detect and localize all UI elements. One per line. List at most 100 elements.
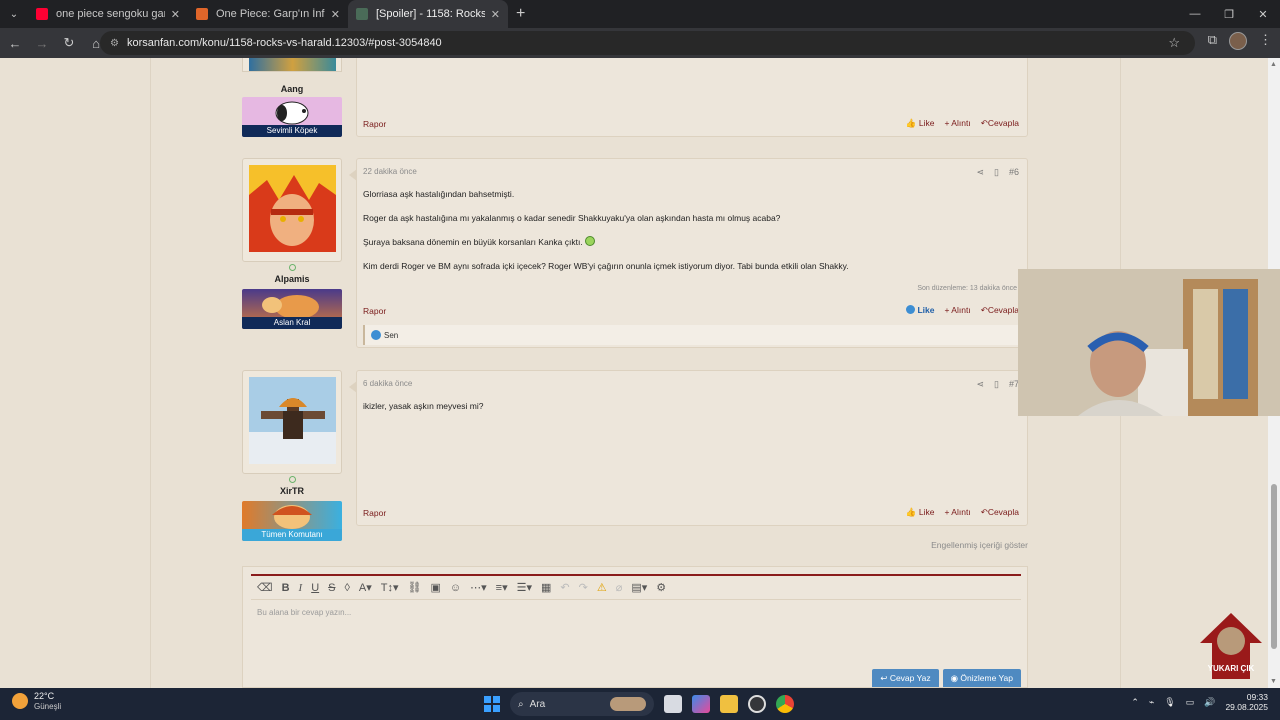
- start-button[interactable]: [484, 696, 500, 712]
- task-view-icon[interactable]: [664, 695, 682, 713]
- reply-textarea[interactable]: Bu alana bir cevap yazın...: [251, 600, 1021, 625]
- image-icon[interactable]: ▣: [431, 581, 441, 594]
- settings-gear-icon[interactable]: ⚙: [656, 581, 666, 594]
- reload-icon[interactable]: ↻: [57, 31, 81, 55]
- undo-icon[interactable]: ↶: [560, 581, 569, 594]
- post-reply-button[interactable]: ↩ Cevap Yaz: [872, 669, 939, 687]
- like-button[interactable]: 👍 Like: [906, 118, 935, 129]
- quote-button[interactable]: + Alıntı: [944, 507, 970, 518]
- new-tab-icon[interactable]: +: [516, 5, 525, 23]
- url-field[interactable]: ⚙ korsanfan.com/konu/1158-rocks-vs-haral…: [100, 31, 1195, 55]
- table-icon[interactable]: ▦: [541, 581, 551, 594]
- tab-spoiler-thread[interactable]: [Spoiler] - 1158: Rocks vs Harald ✕: [348, 0, 508, 28]
- redo-icon[interactable]: ↷: [579, 581, 588, 594]
- bold-icon[interactable]: B: [282, 582, 290, 594]
- scrollbar-thumb[interactable]: [1271, 484, 1277, 649]
- preview-button[interactable]: ◉ Önizleme Yap: [942, 669, 1021, 687]
- copilot-icon[interactable]: [692, 695, 710, 713]
- share-icon[interactable]: ⋖: [976, 167, 984, 178]
- file-explorer-icon[interactable]: [720, 695, 738, 713]
- volume-icon[interactable]: 🔊: [1204, 697, 1215, 708]
- reply-editor: ⌫ B I U S ◊ A▾ T↕▾ ⛓ ▣ ☺ ⋯▾ ≡▾ ☰▾ ▦ ↶ ↷ …: [242, 566, 1028, 688]
- report-link[interactable]: Rapor: [363, 306, 386, 316]
- back-to-top-button[interactable]: YUKARI ÇIK: [1200, 613, 1262, 679]
- back-to-top-icon: YUKARI ÇIK: [1200, 613, 1262, 679]
- username[interactable]: Aang: [242, 84, 342, 94]
- post-alpamis: 22 dakika önce ⋖ ▯ #6 Glorriasa aşk hast…: [349, 158, 1028, 348]
- close-window-icon[interactable]: ✕: [1246, 0, 1280, 28]
- user-avatar[interactable]: [249, 58, 336, 71]
- reactions-bar[interactable]: Sen: [363, 325, 1027, 345]
- scroll-up-icon[interactable]: ▲: [1270, 61, 1277, 68]
- link-icon[interactable]: ⛓: [408, 581, 422, 594]
- user-card-xirtr: XirTR Tümen Komutanı: [242, 370, 342, 541]
- strikethrough-icon[interactable]: S: [328, 582, 335, 594]
- korsanfan-favicon-icon: [356, 8, 368, 20]
- font-icon[interactable]: A▾: [359, 581, 372, 594]
- share-icon[interactable]: ⋖: [976, 379, 984, 390]
- like-reaction-icon: [371, 330, 381, 340]
- online-status-icon: [288, 476, 296, 483]
- svg-text:YUKARI ÇIK: YUKARI ÇIK: [1208, 664, 1255, 673]
- tab-search-icon[interactable]: ⌄: [0, 0, 28, 28]
- user-avatar[interactable]: [242, 370, 342, 474]
- list-icon[interactable]: ☰▾: [517, 581, 532, 594]
- bookmark-icon[interactable]: ▯: [994, 379, 999, 390]
- color-icon[interactable]: ◊: [344, 582, 349, 594]
- reply-button[interactable]: ↶Cevapla: [981, 305, 1019, 316]
- drafts-icon[interactable]: ▤▾: [631, 581, 647, 594]
- username[interactable]: Alpamis: [242, 274, 342, 284]
- report-link[interactable]: Rapor: [363, 508, 386, 518]
- display-icon[interactable]: ▭: [1186, 697, 1195, 708]
- bookmark-star-icon[interactable]: ☆: [1168, 35, 1180, 51]
- quote-button[interactable]: + Alıntı: [944, 305, 970, 316]
- weather-widget[interactable]: 22°C Güneşli: [12, 691, 61, 711]
- italic-icon[interactable]: I: [299, 582, 303, 594]
- user-avatar[interactable]: [242, 158, 342, 262]
- text-size-icon[interactable]: T↕▾: [381, 581, 399, 594]
- like-button[interactable]: 👍 Like: [906, 507, 935, 518]
- reply-button[interactable]: ↶Cevapla: [981, 118, 1019, 129]
- post-time[interactable]: 6 dakika önce: [363, 379, 412, 388]
- bookmark-icon[interactable]: ▯: [994, 167, 999, 178]
- scroll-down-icon[interactable]: ▼: [1270, 678, 1277, 685]
- app-icon[interactable]: [748, 695, 766, 713]
- forward-icon[interactable]: →: [30, 31, 54, 55]
- report-link[interactable]: Rapor: [363, 119, 386, 129]
- underline-icon[interactable]: U: [311, 582, 319, 594]
- browser-menu-icon[interactable]: ⋮: [1259, 32, 1272, 50]
- restore-icon[interactable]: ❐: [1212, 0, 1246, 28]
- chrome-icon[interactable]: [776, 695, 794, 713]
- clock[interactable]: 09:33 29.08.2025: [1225, 692, 1268, 713]
- site-info-icon[interactable]: ⚙: [110, 38, 119, 49]
- post-number[interactable]: #6: [1009, 167, 1019, 178]
- tab-garp-article[interactable]: One Piece: Garp'ın İnfazı Son Saniyede..…: [188, 0, 348, 28]
- like-button[interactable]: Like: [906, 305, 934, 316]
- more-options-icon[interactable]: ⋯▾: [470, 581, 487, 594]
- sun-icon: [12, 693, 28, 710]
- post-time[interactable]: 22 dakika önce: [363, 167, 417, 176]
- taskbar-search[interactable]: ⌕ Ara: [510, 692, 654, 716]
- align-icon[interactable]: ≡▾: [496, 581, 508, 594]
- microphone-icon[interactable]: 🎙: [1164, 697, 1175, 708]
- tray-chevron-icon[interactable]: ⌃: [1131, 697, 1139, 708]
- close-icon[interactable]: ✕: [171, 8, 180, 21]
- emoji-icon[interactable]: ☺: [450, 582, 461, 594]
- reply-button[interactable]: ↶Cevapla: [981, 507, 1019, 518]
- minimize-icon[interactable]: —: [1178, 0, 1212, 28]
- tab-youtube[interactable]: one piece sengoku garp - YouTube ✕: [28, 0, 188, 28]
- show-blocked-content-link[interactable]: Engellenmiş içeriği göster: [931, 540, 1028, 550]
- avatar-image: [249, 165, 336, 252]
- username[interactable]: XirTR: [242, 486, 342, 496]
- clear-format-icon[interactable]: ⌀: [616, 581, 623, 594]
- user-card-aang: Aang Sevimli Köpek: [242, 58, 342, 137]
- close-icon[interactable]: ✕: [491, 8, 500, 21]
- network-icon[interactable]: ⌁: [1149, 697, 1154, 708]
- back-icon[interactable]: ←: [3, 31, 27, 55]
- close-icon[interactable]: ✕: [331, 8, 340, 21]
- profile-avatar[interactable]: [1229, 32, 1247, 50]
- spoiler-warning-icon[interactable]: ⚠: [597, 581, 607, 594]
- quote-button[interactable]: + Alıntı: [944, 118, 970, 129]
- eraser-icon[interactable]: ⌫: [257, 581, 273, 594]
- extensions-icon[interactable]: ⧉: [1208, 32, 1217, 50]
